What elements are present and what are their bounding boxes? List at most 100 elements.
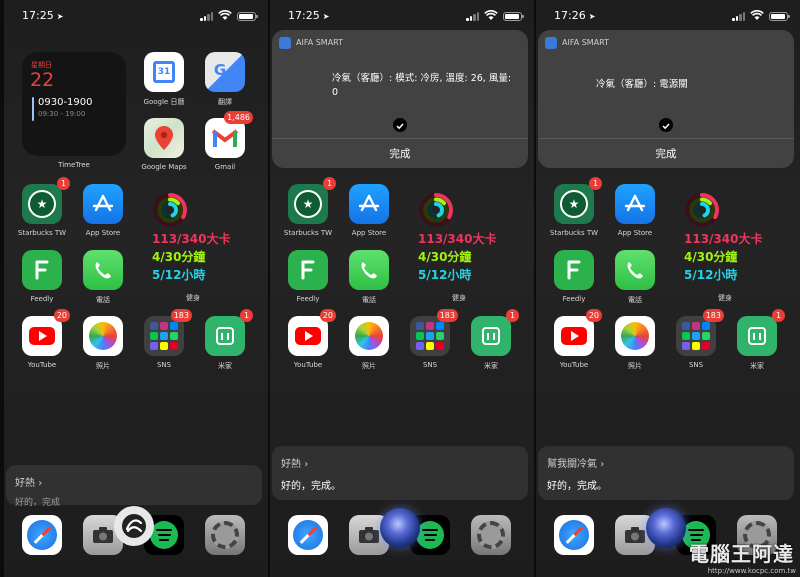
fitness-label: 健身 bbox=[186, 294, 200, 302]
fitness-label: 健身 bbox=[452, 294, 466, 302]
safari-icon[interactable] bbox=[288, 515, 328, 555]
screenshot-stage: 17:25 ➤ 星期日 22 0930-1900 09:30 - 19:00 Ti… bbox=[0, 0, 800, 577]
app-phone[interactable]: 電話 bbox=[83, 250, 123, 304]
battery-icon bbox=[503, 12, 524, 21]
app-youtube[interactable]: 20 YouTube bbox=[22, 309, 70, 369]
app-label: Feedly bbox=[296, 295, 320, 303]
app-label: Google Maps bbox=[141, 163, 187, 171]
app-label: 電話 bbox=[96, 296, 110, 304]
mijia-icon: 1 bbox=[471, 309, 519, 356]
fitness-hours: 5/12小時 bbox=[152, 268, 206, 282]
google-maps-icon bbox=[144, 118, 184, 158]
app-app-store[interactable]: App Store bbox=[615, 184, 655, 237]
notification-badge: 20 bbox=[53, 309, 70, 322]
notification-badge: 183 bbox=[436, 309, 458, 322]
safari-icon[interactable] bbox=[22, 515, 62, 555]
app-phone[interactable]: 電話 bbox=[349, 250, 389, 304]
app-label: 翻譯 bbox=[218, 98, 232, 106]
wifi-icon bbox=[218, 10, 232, 20]
feedly-icon bbox=[288, 250, 328, 290]
settings-icon[interactable] bbox=[205, 515, 245, 555]
app-app-store[interactable]: App Store bbox=[349, 184, 389, 237]
app-feedly[interactable]: Feedly bbox=[554, 250, 594, 303]
app-photos[interactable]: 照片 bbox=[615, 316, 655, 370]
app-phone[interactable]: 電話 bbox=[615, 250, 655, 304]
app-mijia[interactable]: 1 米家 bbox=[205, 309, 253, 370]
siri-query: 幫我關冷氣 bbox=[547, 459, 597, 470]
notification-badge: 1 bbox=[589, 177, 602, 190]
app-mijia[interactable]: 1 米家 bbox=[737, 309, 785, 370]
siri-response: 好的，完成。 bbox=[547, 481, 607, 492]
checkmark-icon bbox=[393, 118, 407, 132]
phone-screen-3: 17:26 ➤ AIFA SMART 冷氣（客廳）: 電源關 完成 ★ 1 Star… bbox=[536, 0, 800, 577]
checkmark-icon bbox=[659, 118, 673, 132]
chevron-right-icon: › bbox=[38, 478, 43, 489]
divider bbox=[538, 138, 794, 139]
notification-badge: 20 bbox=[585, 309, 602, 322]
gcal-day-number: 31 bbox=[153, 61, 175, 83]
starbucks-icon: ★ 1 bbox=[554, 177, 602, 224]
app-starbucks[interactable]: ★ 1 Starbucks TW bbox=[284, 177, 336, 237]
siri-listening-button[interactable] bbox=[114, 506, 154, 546]
app-label: App Store bbox=[351, 229, 387, 237]
siri-request-card[interactable]: 好熱 › 好的，完成 bbox=[6, 465, 262, 508]
chevron-right-icon: › bbox=[304, 459, 309, 470]
app-folder-sns[interactable]: 183 SNS bbox=[144, 309, 192, 369]
notification-message: 冷氣（客廳）: 電源關 bbox=[596, 79, 688, 90]
google-calendar-icon: 31 bbox=[144, 52, 184, 92]
app-label: 米家 bbox=[750, 362, 764, 370]
app-starbucks[interactable]: ★ 1 Starbucks TW bbox=[550, 177, 602, 237]
fitness-calories: 113/340大卡 bbox=[418, 232, 497, 246]
done-button[interactable]: 完成 bbox=[272, 146, 528, 161]
activity-rings-icon[interactable] bbox=[152, 192, 188, 228]
app-feedly[interactable]: Feedly bbox=[22, 250, 62, 303]
status-time: 17:25 bbox=[22, 9, 54, 22]
activity-rings-icon[interactable] bbox=[418, 192, 454, 228]
app-youtube[interactable]: 20 YouTube bbox=[288, 309, 336, 369]
siri-response-card[interactable]: 幫我關冷氣 › 好的，完成。 bbox=[538, 446, 794, 500]
aifa-smart-notification[interactable]: AIFA SMART 冷氣（客廳）: 電源關 完成 bbox=[538, 30, 794, 168]
app-folder-sns[interactable]: 183 SNS bbox=[410, 309, 458, 369]
settings-icon[interactable] bbox=[471, 515, 511, 555]
app-feedly[interactable]: Feedly bbox=[288, 250, 328, 303]
widget-event-title: 0930-1900 bbox=[38, 97, 93, 108]
timetree-widget[interactable]: 星期日 22 0930-1900 09:30 - 19:00 bbox=[22, 52, 126, 156]
fitness-minutes: 4/30分鐘 bbox=[684, 250, 738, 264]
fitness-hours: 5/12小時 bbox=[684, 268, 738, 282]
siri-orb-icon[interactable] bbox=[380, 508, 420, 548]
app-google-maps[interactable]: Google Maps bbox=[141, 118, 187, 171]
app-google-calendar[interactable]: 31 Google 日曆 bbox=[144, 52, 184, 106]
aifa-app-icon bbox=[279, 37, 291, 49]
app-folder-sns[interactable]: 183 SNS bbox=[676, 309, 724, 369]
done-button[interactable]: 完成 bbox=[538, 146, 794, 161]
notification-message: 冷氣（客廳）: 模式: 冷房, 溫度: 26, 風量: 0 bbox=[332, 73, 512, 98]
activity-rings-icon[interactable] bbox=[684, 192, 720, 228]
app-gmail[interactable]: 1,486 Gmail bbox=[205, 111, 253, 171]
youtube-icon: 20 bbox=[288, 309, 336, 356]
app-starbucks[interactable]: ★ 1 Starbucks TW bbox=[18, 177, 70, 237]
aifa-smart-notification[interactable]: AIFA SMART 冷氣（客廳）: 模式: 冷房, 溫度: 26, 風量: 0… bbox=[272, 30, 528, 168]
folder-icon: 183 bbox=[410, 309, 458, 356]
siri-query: 好熱 bbox=[281, 459, 301, 470]
siri-response-card[interactable]: 好熱 › 好的，完成。 bbox=[272, 446, 528, 500]
notification-badge: 1 bbox=[506, 309, 519, 322]
app-label: Starbucks TW bbox=[17, 229, 67, 237]
siri-orb-icon[interactable] bbox=[646, 508, 686, 548]
status-time: 17:26 bbox=[554, 9, 586, 22]
notification-badge: 1 bbox=[323, 177, 336, 190]
app-label: Google 日曆 bbox=[143, 98, 185, 106]
safari-icon[interactable] bbox=[554, 515, 594, 555]
translate-icon: G bbox=[205, 52, 245, 92]
app-mijia[interactable]: 1 米家 bbox=[471, 309, 519, 370]
fitness-minutes: 4/30分鐘 bbox=[152, 250, 206, 264]
app-app-store[interactable]: App Store bbox=[83, 184, 123, 237]
app-photos[interactable]: 照片 bbox=[83, 316, 123, 370]
phone-screen-1: 17:25 ➤ 星期日 22 0930-1900 09:30 - 19:00 Ti… bbox=[4, 0, 268, 577]
notification-badge: 1 bbox=[57, 177, 70, 190]
fitness-calories: 113/340大卡 bbox=[152, 232, 231, 246]
app-translate[interactable]: G 翻譯 bbox=[205, 52, 245, 106]
app-youtube[interactable]: 20 YouTube bbox=[554, 309, 602, 369]
wifi-icon bbox=[750, 10, 764, 20]
app-photos[interactable]: 照片 bbox=[349, 316, 389, 370]
notification-badge: 20 bbox=[319, 309, 336, 322]
